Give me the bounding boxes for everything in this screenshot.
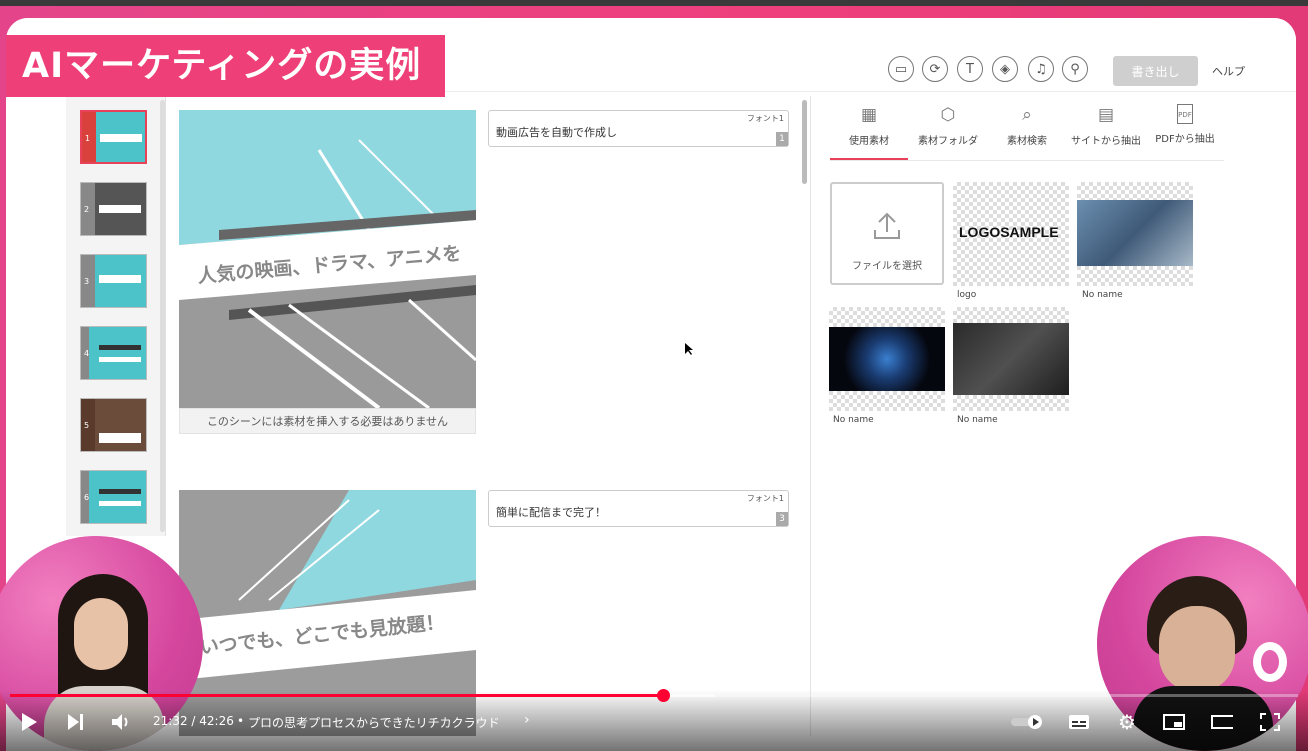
media-label: No name xyxy=(833,415,874,425)
play-button[interactable] xyxy=(18,711,40,733)
website-icon: ▤ xyxy=(1097,105,1115,125)
grid-icon: ▦ xyxy=(860,105,878,125)
scene-thumbnail[interactable]: 4 xyxy=(80,326,147,380)
scene-thumbnail[interactable]: 2 xyxy=(80,182,147,236)
subtitles-icon xyxy=(1069,715,1089,729)
media-label: No name xyxy=(1082,290,1123,300)
paint-icon[interactable]: ◈ xyxy=(992,56,1018,82)
media-label: logo xyxy=(957,290,977,300)
volume-icon xyxy=(112,714,128,730)
file-upload-button[interactable]: ファイルを選択 xyxy=(830,182,944,285)
office-photo xyxy=(1077,200,1193,266)
separator: • xyxy=(237,714,245,728)
gear-icon: ⚙ xyxy=(1118,710,1136,734)
scene-thumbnail[interactable]: 3 xyxy=(80,254,147,308)
tab-material-search[interactable]: ⌕ 素材検索 xyxy=(996,104,1058,160)
text-field-index: 1 xyxy=(776,132,788,146)
text-field-index: 3 xyxy=(776,512,788,526)
smartphone-photo xyxy=(953,323,1069,395)
scene-preview[interactable]: 人気の映画、ドラマ、アニメを xyxy=(179,110,476,408)
media-label: No name xyxy=(957,415,998,425)
globe-photo xyxy=(829,327,945,391)
progress-bar[interactable] xyxy=(10,694,1298,697)
stamp-icon[interactable]: ⚲ xyxy=(1062,56,1088,82)
tab-material-folder[interactable]: ⬡ 素材フォルダ xyxy=(912,104,984,160)
help-link[interactable]: ヘルプ xyxy=(1212,63,1245,79)
tab-underline xyxy=(830,160,1224,161)
autoplay-toggle[interactable] xyxy=(1010,711,1046,733)
editor-scrollbar[interactable] xyxy=(802,100,807,184)
scene-caption: このシーンには素材を挿入する必要はありません xyxy=(179,408,476,434)
scene-editor: 人気の映画、ドラマ、アニメを このシーンには素材を挿入する必要はありません フォ… xyxy=(166,96,806,736)
scene-thumbnail[interactable]: 1 xyxy=(80,110,147,164)
scene-thumbnail[interactable]: 6 xyxy=(80,470,147,524)
media-item-smartphone[interactable] xyxy=(953,307,1069,411)
chevron-right-icon[interactable]: › xyxy=(524,712,530,728)
thumbnail-scrollbar[interactable] xyxy=(160,100,165,532)
channel-logo-icon xyxy=(1253,642,1287,682)
font-label[interactable]: フォント1 xyxy=(747,113,784,124)
settings-button[interactable]: ⚙ xyxy=(1116,710,1138,734)
fullscreen-icon xyxy=(1260,713,1280,731)
play-icon xyxy=(22,713,37,731)
media-item-logo[interactable]: LOGOSAMPLE xyxy=(953,182,1069,286)
upload-icon xyxy=(874,212,900,239)
mouse-cursor-icon xyxy=(685,343,693,355)
font-label[interactable]: フォント1 xyxy=(747,493,784,504)
panel-divider xyxy=(810,96,811,736)
autoplay-toggle-icon xyxy=(1011,715,1042,729)
text-field-value: 簡単に配信まで完了！ xyxy=(496,506,606,519)
text-field-value: 動画広告を自動で作成し xyxy=(496,126,617,139)
chapter-title[interactable]: プロの思考プロセスからできたリチカクラウド xyxy=(248,714,500,731)
tab-used-materials[interactable]: ▦ 使用素材 xyxy=(830,104,908,160)
text-icon[interactable]: T xyxy=(957,56,983,82)
next-icon xyxy=(68,714,83,730)
scene-text-field[interactable]: フォント1 動画広告を自動で作成し 1 xyxy=(488,110,789,147)
box-icon: ⬡ xyxy=(940,105,956,125)
video-frame: ▭ ⟳ T ◈ ♫ ⚲ 書き出し ヘルプ AIマーケティングの実例 1 2 3 xyxy=(0,0,1308,751)
pdf-icon: PDF xyxy=(1177,104,1193,124)
tab-extract-from-site[interactable]: ▤ サイトから抽出 xyxy=(1066,104,1146,160)
media-item-globe[interactable] xyxy=(829,307,945,411)
music-icon[interactable]: ♫ xyxy=(1028,56,1054,82)
export-button[interactable]: 書き出し xyxy=(1113,56,1198,86)
miniplayer-button[interactable] xyxy=(1163,711,1185,733)
tab-extract-from-pdf[interactable]: PDF PDFから抽出 xyxy=(1152,104,1218,160)
volume-button[interactable] xyxy=(110,711,132,733)
theater-icon xyxy=(1211,715,1233,729)
played-bar xyxy=(10,694,664,697)
subtitles-button[interactable] xyxy=(1068,711,1090,733)
scene-text-field[interactable]: フォント1 簡単に配信まで完了！ 3 xyxy=(488,490,789,527)
scene-thumbnail[interactable]: 5 xyxy=(80,398,147,452)
refresh-icon[interactable]: ⟳ xyxy=(922,56,948,82)
next-button[interactable] xyxy=(65,711,87,733)
screen-icon[interactable]: ▭ xyxy=(888,56,914,82)
search-icon: ⌕ xyxy=(1022,105,1032,125)
scene-thumbnail-list: 1 2 3 4 5 6 xyxy=(66,96,166,536)
fullscreen-button[interactable] xyxy=(1259,711,1281,733)
miniplayer-icon xyxy=(1163,714,1185,730)
media-item-office-photo[interactable] xyxy=(1077,182,1193,286)
video-title-banner: AIマーケティングの実例 xyxy=(6,35,445,97)
logo-sample-image: LOGOSAMPLE xyxy=(959,224,1059,240)
time-display: 21:32 / 42:26 xyxy=(153,714,234,728)
theater-mode-button[interactable] xyxy=(1211,711,1233,733)
scrubber-handle[interactable] xyxy=(657,689,671,702)
